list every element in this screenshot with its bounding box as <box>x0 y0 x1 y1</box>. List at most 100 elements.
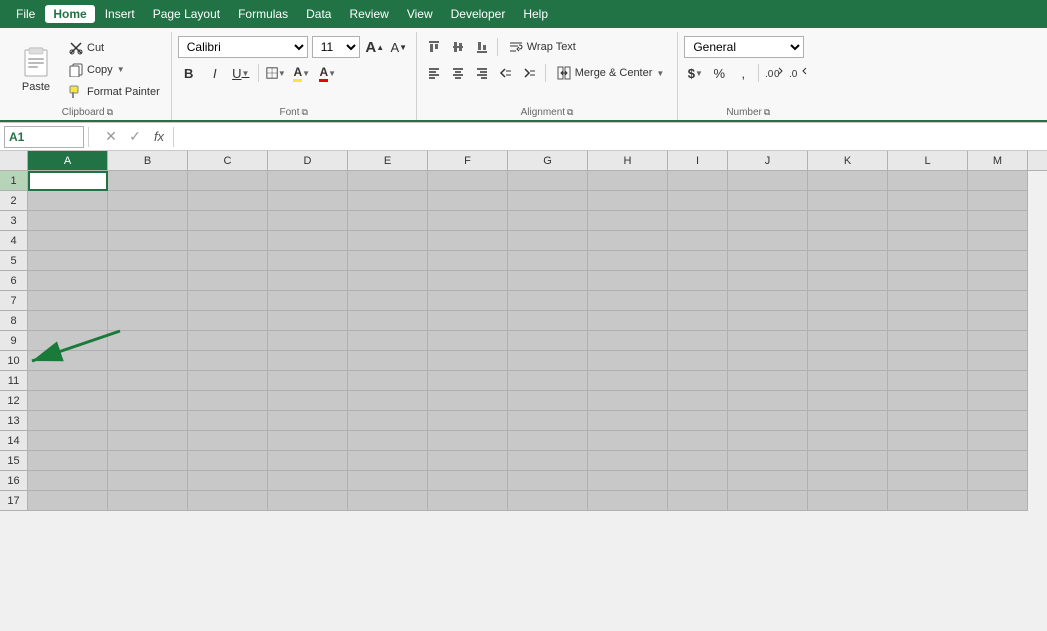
cell-B12[interactable] <box>108 391 188 411</box>
align-middle-button[interactable] <box>447 36 469 58</box>
cell-A14[interactable] <box>28 431 108 451</box>
cell-C14[interactable] <box>188 431 268 451</box>
font-size-selector[interactable]: 11 <box>312 36 360 58</box>
cell-C7[interactable] <box>188 291 268 311</box>
cell-F14[interactable] <box>428 431 508 451</box>
currency-button[interactable]: $ ▼ <box>684 62 706 84</box>
cell-B14[interactable] <box>108 431 188 451</box>
cell-B1[interactable] <box>108 171 188 191</box>
cell-L9[interactable] <box>888 331 968 351</box>
cell-E16[interactable] <box>348 471 428 491</box>
cell-E2[interactable] <box>348 191 428 211</box>
cell-D13[interactable] <box>268 411 348 431</box>
cell-I6[interactable] <box>668 271 728 291</box>
cell-J6[interactable] <box>728 271 808 291</box>
format-painter-button[interactable]: Format Painter <box>64 82 165 102</box>
cell-J8[interactable] <box>728 311 808 331</box>
increase-indent-button[interactable] <box>519 62 541 84</box>
borders-button[interactable]: ▼ <box>265 62 287 84</box>
cell-F17[interactable] <box>428 491 508 511</box>
cell-F4[interactable] <box>428 231 508 251</box>
cell-H8[interactable] <box>588 311 668 331</box>
cell-B15[interactable] <box>108 451 188 471</box>
cell-G3[interactable] <box>508 211 588 231</box>
row-header-9[interactable]: 9 <box>0 331 28 351</box>
comma-button[interactable]: , <box>732 62 754 84</box>
row-header-2[interactable]: 2 <box>0 191 28 211</box>
paste-button[interactable]: Paste <box>10 36 62 103</box>
cell-M11[interactable] <box>968 371 1028 391</box>
cell-G16[interactable] <box>508 471 588 491</box>
cell-G10[interactable] <box>508 351 588 371</box>
cell-L8[interactable] <box>888 311 968 331</box>
cell-J5[interactable] <box>728 251 808 271</box>
cell-J11[interactable] <box>728 371 808 391</box>
cell-L2[interactable] <box>888 191 968 211</box>
cell-F5[interactable] <box>428 251 508 271</box>
cell-I11[interactable] <box>668 371 728 391</box>
cell-M1[interactable] <box>968 171 1028 191</box>
cell-M8[interactable] <box>968 311 1028 331</box>
cell-A3[interactable] <box>28 211 108 231</box>
cell-K3[interactable] <box>808 211 888 231</box>
cell-K15[interactable] <box>808 451 888 471</box>
cell-K4[interactable] <box>808 231 888 251</box>
row-header-7[interactable]: 7 <box>0 291 28 311</box>
col-header-m[interactable]: M <box>968 151 1028 170</box>
cell-J13[interactable] <box>728 411 808 431</box>
cell-D17[interactable] <box>268 491 348 511</box>
cell-D16[interactable] <box>268 471 348 491</box>
cell-E1[interactable] <box>348 171 428 191</box>
cell-A9[interactable] <box>28 331 108 351</box>
cell-L12[interactable] <box>888 391 968 411</box>
cell-M16[interactable] <box>968 471 1028 491</box>
cell-G12[interactable] <box>508 391 588 411</box>
cell-A12[interactable] <box>28 391 108 411</box>
cell-K10[interactable] <box>808 351 888 371</box>
decrease-font-button[interactable]: A▼ <box>388 36 410 58</box>
cell-L16[interactable] <box>888 471 968 491</box>
cell-H2[interactable] <box>588 191 668 211</box>
decrease-indent-button[interactable] <box>495 62 517 84</box>
corner-cell[interactable] <box>0 151 28 170</box>
col-header-i[interactable]: I <box>668 151 728 170</box>
cell-J10[interactable] <box>728 351 808 371</box>
cell-E12[interactable] <box>348 391 428 411</box>
align-bottom-button[interactable] <box>471 36 493 58</box>
cell-M5[interactable] <box>968 251 1028 271</box>
cell-E11[interactable] <box>348 371 428 391</box>
cell-C4[interactable] <box>188 231 268 251</box>
cell-K6[interactable] <box>808 271 888 291</box>
cell-M17[interactable] <box>968 491 1028 511</box>
cell-G1[interactable] <box>508 171 588 191</box>
cell-L15[interactable] <box>888 451 968 471</box>
cell-D11[interactable] <box>268 371 348 391</box>
cell-J2[interactable] <box>728 191 808 211</box>
cell-H9[interactable] <box>588 331 668 351</box>
cell-L1[interactable] <box>888 171 968 191</box>
col-header-k[interactable]: K <box>808 151 888 170</box>
row-header-4[interactable]: 4 <box>0 231 28 251</box>
cell-G13[interactable] <box>508 411 588 431</box>
cell-C6[interactable] <box>188 271 268 291</box>
cell-M6[interactable] <box>968 271 1028 291</box>
cell-I14[interactable] <box>668 431 728 451</box>
cell-B10[interactable] <box>108 351 188 371</box>
cell-D8[interactable] <box>268 311 348 331</box>
cell-I13[interactable] <box>668 411 728 431</box>
cell-B11[interactable] <box>108 371 188 391</box>
increase-decimal-button[interactable]: .0 0 <box>763 62 785 84</box>
cell-J3[interactable] <box>728 211 808 231</box>
align-right-button[interactable] <box>471 62 493 84</box>
align-top-button[interactable] <box>423 36 445 58</box>
cell-L3[interactable] <box>888 211 968 231</box>
cell-B2[interactable] <box>108 191 188 211</box>
cell-H1[interactable] <box>588 171 668 191</box>
number-format-selector[interactable]: General Number Currency Short Date Long … <box>684 36 804 58</box>
cell-I1[interactable] <box>668 171 728 191</box>
formula-cancel-button[interactable]: ✕ <box>101 127 121 147</box>
menu-developer[interactable]: Developer <box>443 5 514 23</box>
cell-E14[interactable] <box>348 431 428 451</box>
cell-E13[interactable] <box>348 411 428 431</box>
cell-C2[interactable] <box>188 191 268 211</box>
